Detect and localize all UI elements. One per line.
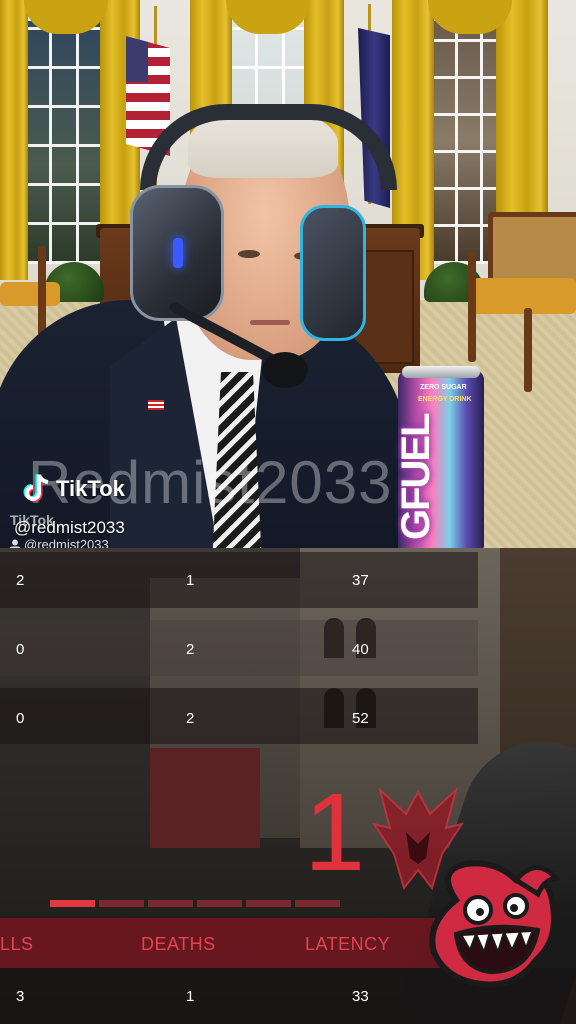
user-icon: [10, 539, 20, 548]
progress-segment-active: [50, 900, 95, 907]
kills-value: 0: [16, 710, 25, 727]
handle-text: @redmist2033: [24, 537, 109, 548]
top-video[interactable]: ZERO SUGAR ENERGY DRINK GFUEL Redmist203…: [0, 0, 576, 548]
deaths-value: 2: [186, 641, 195, 658]
kills-value: 2: [16, 572, 25, 589]
can-brand: GFUEL: [394, 414, 438, 540]
bottom-video[interactable]: 2 1 37 0 2 40 0 2 52 1 LLS DEATHS LATENC…: [0, 548, 576, 1024]
can-line-2: ENERGY DRINK: [418, 396, 472, 403]
tiktok-watermark: TikTok: [22, 472, 125, 506]
screen: ZERO SUGAR ENERGY DRINK GFUEL Redmist203…: [0, 0, 576, 1024]
deaths-value: 2: [186, 710, 195, 727]
tiktok-label: TikTok: [56, 476, 125, 501]
tiktok-icon: [23, 474, 49, 502]
progress-segment: [99, 900, 144, 907]
round-number: 1: [304, 771, 366, 894]
header-kills: LLS: [0, 934, 34, 954]
header-latency: LATENCY: [305, 934, 391, 954]
latency-value: 40: [352, 641, 369, 658]
header-deaths: DEATHS: [141, 934, 216, 954]
score-row-band: [0, 552, 478, 608]
creator-handle-secondary[interactable]: @redmist2033: [10, 537, 109, 548]
headset-earcup-left: [130, 185, 224, 321]
headset-band: [140, 104, 397, 190]
headset-earcup-right: [300, 205, 366, 341]
latency-value: 37: [352, 572, 369, 589]
curtain: [0, 0, 28, 280]
flag-pin-icon: [148, 400, 164, 410]
score-row-band: [0, 688, 478, 744]
progress-segment: [295, 900, 340, 907]
creator-handle[interactable]: @redmist2033: [14, 518, 125, 538]
kills-value: 0: [16, 641, 25, 658]
progress-segment: [246, 900, 291, 907]
eye: [238, 250, 260, 258]
deaths-value: 1: [186, 572, 195, 589]
red-wall: [150, 748, 260, 848]
mouth: [250, 320, 290, 325]
can-lid: [402, 366, 480, 378]
chair-right: [466, 212, 576, 392]
progress-segment: [197, 900, 242, 907]
can-line-1: ZERO SUGAR: [420, 384, 467, 391]
microphone-icon: [262, 352, 308, 388]
progress-segment: [148, 900, 193, 907]
latency-value: 52: [352, 710, 369, 727]
score-row-band: [0, 620, 478, 676]
deaths-value: 1: [186, 988, 195, 1005]
mascot-icon: [429, 860, 560, 988]
latency-value: 33: [352, 988, 369, 1005]
kills-value: 3: [16, 988, 25, 1005]
